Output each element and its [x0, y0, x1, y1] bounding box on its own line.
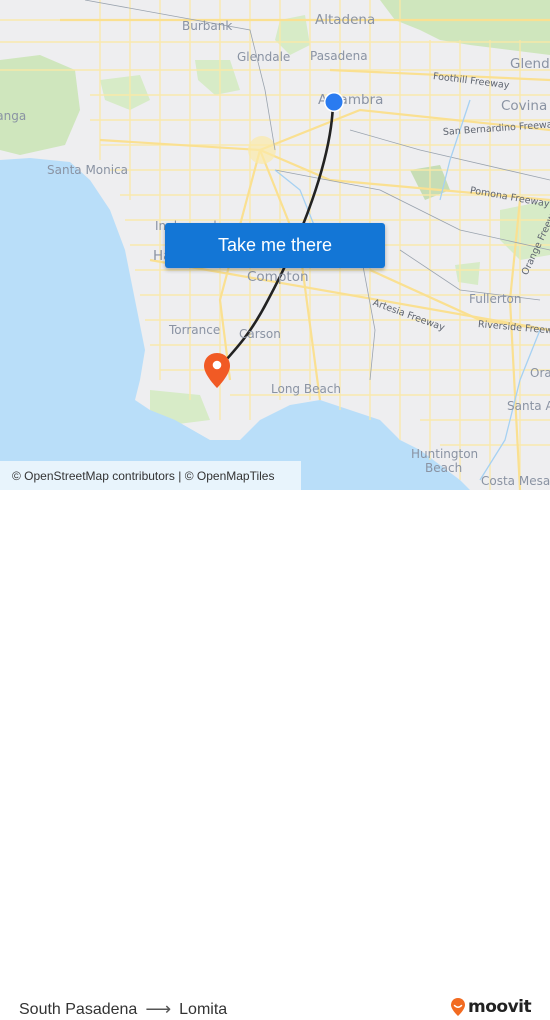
place-label: Compton — [247, 269, 309, 285]
place-label: Carson — [239, 327, 281, 341]
place-label: Beach — [425, 461, 463, 475]
arrow-right-icon: ⟶ — [145, 999, 172, 1019]
place-label: Fullerton — [469, 292, 522, 306]
origin-name: South Pasadena — [19, 1000, 138, 1018]
place-label: Santa Ana — [507, 399, 550, 413]
moovit-pin-icon — [451, 998, 465, 1016]
footer: South Pasadena ⟶ Lomita moovit — [0, 490, 550, 1019]
place-label: Covina — [501, 98, 548, 114]
route-summary: South Pasadena ⟶ Lomita — [19, 999, 227, 1020]
take-me-there-button[interactable]: Take me there — [165, 223, 385, 268]
origin-marker-icon[interactable] — [322, 90, 346, 114]
place-label: Burbank — [182, 19, 233, 33]
place-label: Santa Monica — [47, 163, 129, 177]
map[interactable]: Altadena Burbank Glendale Pasadena Alham… — [0, 0, 550, 490]
destination-pin-icon[interactable] — [202, 352, 232, 390]
place-label: Glendora — [510, 56, 550, 72]
place-label: Glendale — [237, 50, 291, 64]
map-attribution[interactable]: © OpenStreetMap contributors | © OpenMap… — [0, 461, 301, 490]
place-label: Huntington — [411, 447, 479, 461]
moovit-wordmark: moovit — [468, 997, 532, 1017]
destination-name: Lomita — [179, 1000, 228, 1018]
place-label: Topanga — [0, 109, 27, 123]
place-label: Pasadena — [310, 49, 368, 63]
place-label: Torrance — [169, 323, 221, 337]
place-label: Altadena — [315, 12, 376, 28]
moovit-logo[interactable]: moovit — [450, 997, 532, 1017]
attribution-text[interactable]: © OpenStreetMap contributors | © OpenMap… — [12, 469, 274, 483]
place-label: Long Beach — [271, 382, 342, 396]
place-label: Orange — [530, 366, 550, 380]
place-label: Costa Mesa — [481, 474, 550, 488]
